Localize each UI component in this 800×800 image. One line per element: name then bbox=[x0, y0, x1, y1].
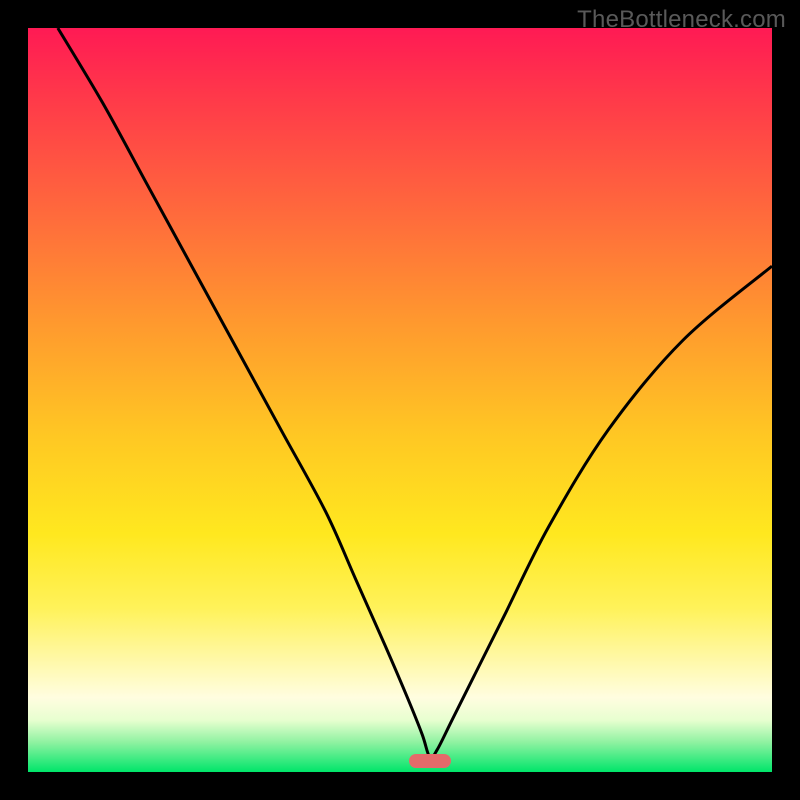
curve-path bbox=[58, 28, 772, 758]
bottleneck-curve bbox=[28, 28, 772, 772]
chart-frame: TheBottleneck.com bbox=[0, 0, 800, 800]
plot-area bbox=[28, 28, 772, 772]
optimal-marker bbox=[409, 754, 451, 768]
